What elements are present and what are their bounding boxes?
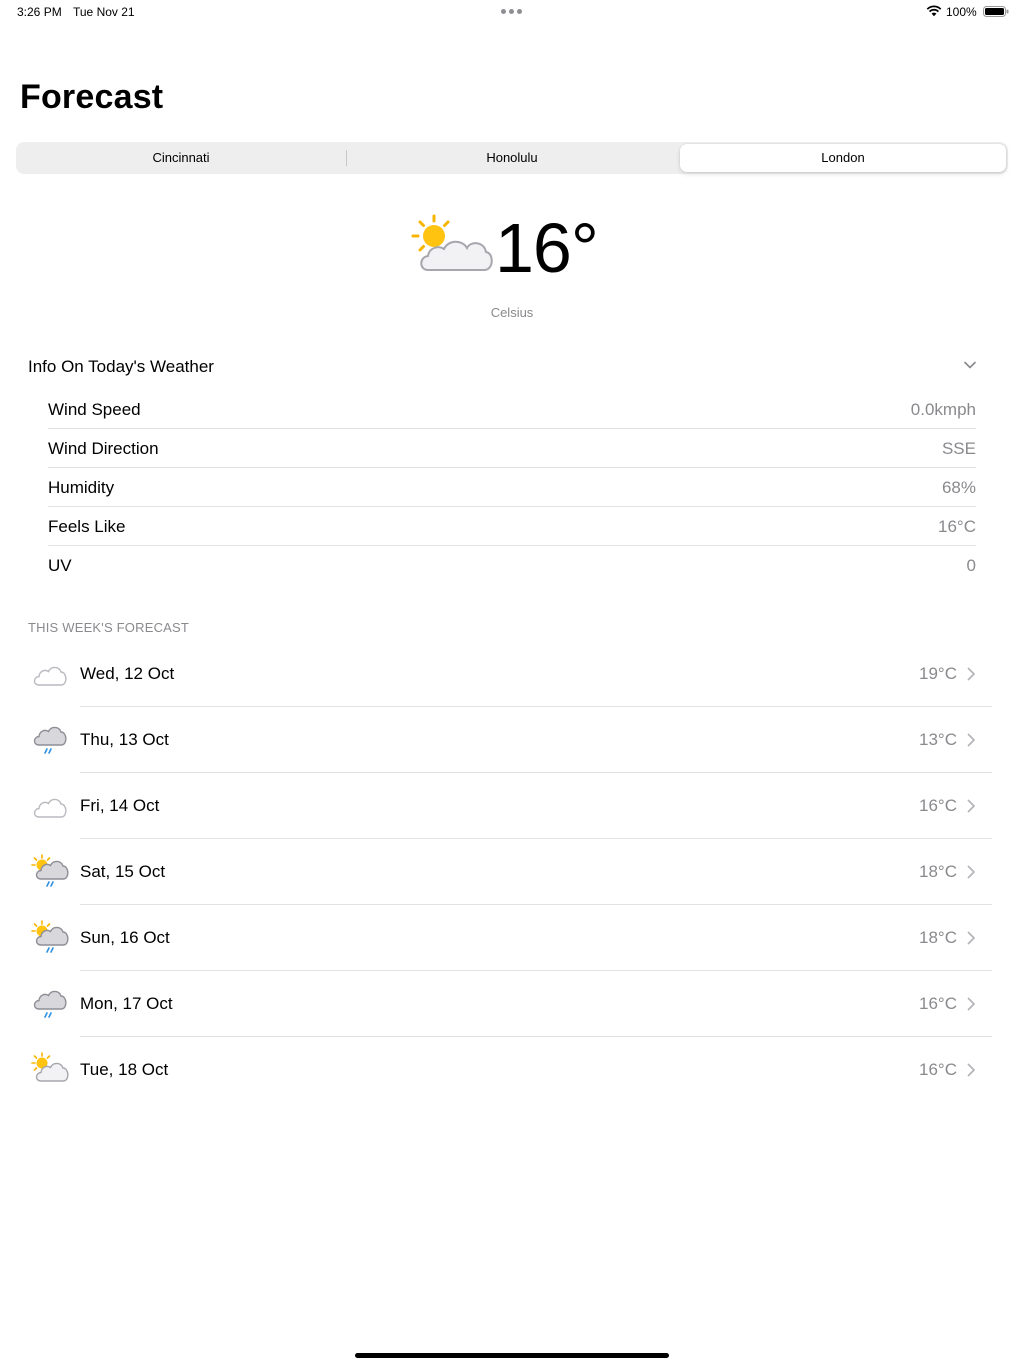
info-row-wind-speed: Wind Speed 0.0kmph bbox=[48, 390, 976, 429]
rain-cloud-icon bbox=[33, 726, 67, 754]
info-label: Feels Like bbox=[48, 517, 126, 536]
current-temperature: 16° bbox=[495, 209, 599, 287]
temperature-unit-label: Celsius bbox=[490, 305, 534, 320]
segment-london[interactable]: London bbox=[680, 144, 1006, 172]
forecast-date: Wed, 12 Oct bbox=[80, 664, 175, 683]
partly-cloudy-icon bbox=[31, 1052, 69, 1082]
segment-cincinnati[interactable]: Cincinnati bbox=[18, 144, 344, 172]
forecast-date: Sun, 16 Oct bbox=[80, 928, 170, 947]
city-segmented-control: Cincinnati Honolulu London bbox=[16, 142, 1008, 174]
info-row-wind-direction: Wind Direction SSE bbox=[48, 429, 976, 468]
forecast-date: Fri, 14 Oct bbox=[80, 796, 160, 815]
status-time: 3:26 PM bbox=[17, 5, 62, 19]
chevron-right-icon bbox=[967, 667, 975, 681]
weather-info-list: Wind Speed 0.0kmph Wind Direction SSE Hu… bbox=[48, 390, 976, 584]
home-indicator[interactable] bbox=[355, 1353, 669, 1358]
multitasking-dots-icon[interactable] bbox=[501, 9, 523, 15]
forecast-date: Tue, 18 Oct bbox=[80, 1060, 169, 1079]
status-date: Tue Nov 21 bbox=[73, 5, 135, 19]
segment-honolulu[interactable]: Honolulu bbox=[348, 144, 676, 172]
forecast-row[interactable]: Fri, 14 Oct 16°C bbox=[0, 773, 1024, 839]
cloud-icon bbox=[33, 666, 67, 686]
forecast-row[interactable]: Mon, 17 Oct 16°C bbox=[0, 971, 1024, 1037]
chevron-right-icon bbox=[967, 997, 975, 1011]
wifi-icon bbox=[926, 5, 942, 17]
forecast-row[interactable]: Wed, 12 Oct 19°C bbox=[0, 641, 1024, 707]
info-value: 68% bbox=[941, 478, 976, 497]
forecast-date: Sat, 15 Oct bbox=[80, 862, 166, 881]
chevron-down-icon[interactable] bbox=[963, 358, 977, 372]
forecast-temperature: 16°C bbox=[919, 796, 957, 815]
chevron-right-icon bbox=[967, 1063, 975, 1077]
chevron-right-icon bbox=[967, 733, 975, 747]
chevron-right-icon bbox=[967, 865, 975, 879]
info-row-feels-like: Feels Like 16°C bbox=[48, 507, 976, 546]
forecast-date: Thu, 13 Oct bbox=[80, 730, 169, 749]
info-section-title: Info On Today's Weather bbox=[28, 357, 214, 376]
status-bar: 3:26 PM Tue Nov 21 100% bbox=[0, 0, 1024, 24]
info-value: 16°C bbox=[938, 517, 976, 536]
sun-rain-cloud-icon bbox=[31, 854, 69, 887]
battery-icon bbox=[983, 6, 1009, 17]
forecast-row[interactable]: Sat, 15 Oct 18°C bbox=[0, 839, 1024, 905]
info-value: 0 bbox=[966, 556, 976, 575]
forecast-row[interactable]: Sun, 16 Oct 18°C bbox=[0, 905, 1024, 971]
forecast-temperature: 16°C bbox=[919, 994, 957, 1013]
info-label: UV bbox=[48, 556, 72, 575]
chevron-right-icon bbox=[967, 931, 975, 945]
cloud-icon bbox=[33, 798, 67, 818]
info-disclosure-header[interactable]: Info On Today's Weather bbox=[28, 354, 980, 380]
forecast-list: Wed, 12 Oct 19°C Thu, 13 Oct 13°C Fri, 1… bbox=[0, 641, 1024, 1103]
forecast-section-header: THIS WEEK'S FORECAST bbox=[28, 620, 190, 635]
forecast-row[interactable]: Tue, 18 Oct 16°C bbox=[0, 1037, 1024, 1103]
page-title: Forecast bbox=[20, 78, 164, 116]
info-value: SSE bbox=[941, 439, 976, 458]
segment-divider bbox=[346, 150, 347, 166]
rain-cloud-icon bbox=[33, 990, 67, 1018]
forecast-date: Mon, 17 Oct bbox=[80, 994, 173, 1013]
forecast-temperature: 18°C bbox=[919, 928, 957, 947]
info-row-humidity: Humidity 68% bbox=[48, 468, 976, 507]
info-row-uv: UV 0 bbox=[48, 546, 976, 584]
forecast-temperature: 18°C bbox=[919, 862, 957, 881]
forecast-row[interactable]: Thu, 13 Oct 13°C bbox=[0, 707, 1024, 773]
info-label: Wind Direction bbox=[48, 439, 159, 458]
forecast-temperature: 19°C bbox=[919, 664, 957, 683]
chevron-right-icon bbox=[967, 799, 975, 813]
info-label: Humidity bbox=[48, 478, 115, 497]
partly-cloudy-icon bbox=[411, 214, 493, 271]
forecast-temperature: 16°C bbox=[919, 1060, 957, 1079]
battery-percentage: 100% bbox=[946, 5, 977, 19]
forecast-temperature: 13°C bbox=[919, 730, 957, 749]
info-value: 0.0kmph bbox=[910, 400, 976, 419]
info-label: Wind Speed bbox=[48, 400, 141, 419]
sun-rain-cloud-icon bbox=[31, 920, 69, 953]
